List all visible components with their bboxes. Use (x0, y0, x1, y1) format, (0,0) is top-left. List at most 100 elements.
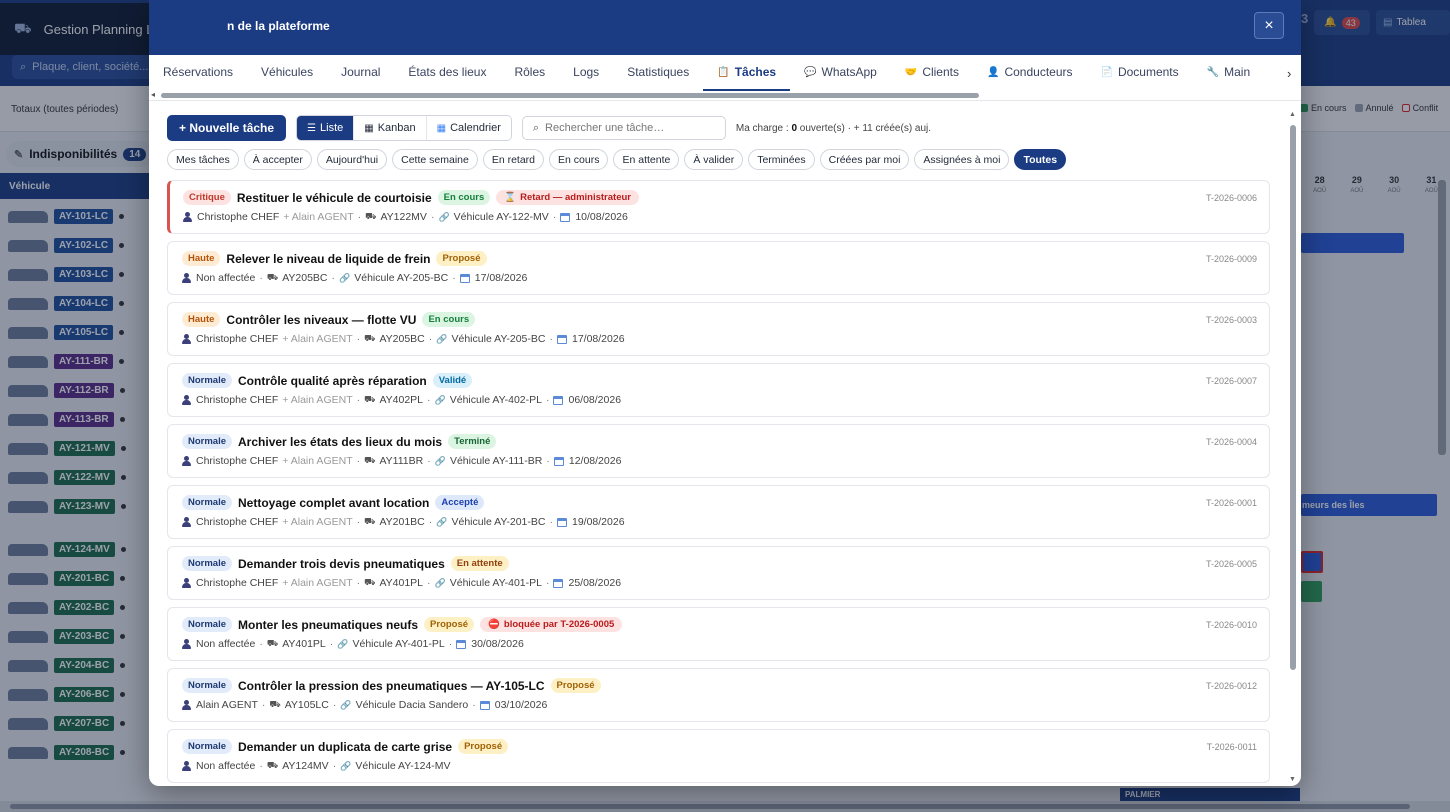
separator: · (356, 333, 361, 345)
task-title[interactable]: Restituer le véhicule de courtoisie (237, 191, 432, 205)
filter-chip[interactable]: En attente (613, 149, 680, 170)
task-list: Critique Restituer le véhicule de courtoi… (167, 180, 1270, 786)
person-icon (182, 334, 191, 344)
tabs-scrollbar[interactable]: ◂ (149, 90, 1289, 100)
new-task-button[interactable]: + Nouvelle tâche (167, 115, 287, 141)
task-linked-object: Véhicule AY-111-BR (449, 455, 543, 467)
link-icon: 🔗 (337, 638, 349, 649)
separator: · (329, 638, 334, 650)
task-card[interactable]: Normale Nettoyage complet avant location A… (167, 485, 1270, 539)
task-title[interactable]: Relever le niveau de liquide de frein (226, 252, 430, 266)
tab-r-servations[interactable]: Réservations (149, 55, 247, 91)
tab-statistiques[interactable]: Statistiques (613, 55, 703, 91)
task-card[interactable]: Normale Demander trois devis pneumatiques… (167, 546, 1270, 600)
tab--tats-des-lieux[interactable]: États des lieux (394, 55, 500, 91)
calendar-icon (553, 395, 564, 405)
filter-chip[interactable]: À accepter (243, 149, 312, 170)
task-card[interactable]: Critique Restituer le véhicule de courtoi… (167, 180, 1270, 234)
chat-icon: 💬 (804, 66, 817, 78)
status-badge: En attente (450, 556, 509, 571)
filter-chip[interactable]: À valider (684, 149, 744, 170)
chevron-right-icon[interactable]: › (1287, 66, 1291, 81)
filter-chip[interactable]: Mes tâches (167, 149, 239, 170)
task-assignee: Non affectée (196, 272, 256, 284)
tab-clients[interactable]: 🤝 Clients (891, 55, 973, 91)
tasks-vertical-scrollbar[interactable]: ▲ ▼ (1289, 111, 1297, 786)
link-icon: 🔗 (436, 516, 448, 527)
tab-whatsapp[interactable]: 💬 WhatsApp (790, 55, 891, 91)
close-button[interactable]: × (1254, 12, 1284, 39)
person-icon (182, 578, 191, 588)
task-search-input[interactable]: ⌕ Rechercher une tâche… (521, 116, 726, 140)
filter-chip[interactable]: Terminées (748, 149, 815, 170)
task-meta-line: Non affectée · ⛟ AY401PL · 🔗 Véhicule AY-401-P… (182, 638, 524, 650)
task-title[interactable]: Contrôle qualité après réparation (238, 374, 427, 388)
filter-chip[interactable]: Créées par moi (819, 149, 910, 170)
task-card[interactable]: Normale Archiver les états des lieux du m… (167, 424, 1270, 478)
task-card[interactable]: Normale Demander un duplicata de carte gr… (167, 729, 1270, 783)
task-vehicle-code: AY122MV (380, 211, 427, 223)
separator: · (259, 760, 263, 772)
chevron-left-icon[interactable]: ◂ (151, 90, 155, 99)
tab-main[interactable]: 🔧 Main (1193, 55, 1264, 91)
priority-badge: Normale (182, 373, 233, 388)
view-calendar-label: Calendrier (450, 122, 501, 134)
truck-icon: ⛟ (364, 333, 376, 343)
filter-chip[interactable]: Toutes (1014, 149, 1067, 170)
separator: · (356, 394, 361, 406)
task-header-line: Normale Demander trois devis pneumatiques… (182, 556, 509, 571)
task-title[interactable]: Monter les pneumatiques neufs (238, 618, 418, 632)
task-card[interactable]: Normale Monter les pneumatiques neufs Prop… (167, 607, 1270, 661)
filter-chip[interactable]: Cette semaine (392, 149, 478, 170)
tab-r-les[interactable]: Rôles (500, 55, 559, 91)
task-card[interactable]: Haute Contrôler les niveaux — flotte VU En… (167, 302, 1270, 356)
separator: · (427, 577, 431, 589)
view-kanban-button[interactable]: ▦ Kanban (353, 116, 426, 140)
task-title[interactable]: Demander trois devis pneumatiques (238, 557, 445, 571)
task-vehicle-code: AY205BC (282, 272, 328, 284)
tab-logs[interactable]: Logs (559, 55, 613, 91)
task-title[interactable]: Archiver les états des lieux du mois (238, 435, 442, 449)
filter-chip[interactable]: En retard (482, 149, 545, 170)
task-header-line: Normale Monter les pneumatiques neufs Prop… (182, 617, 623, 632)
separator: · (357, 211, 362, 223)
filter-chip[interactable]: En cours (549, 149, 609, 170)
task-vehicle-code: AY401PL (379, 577, 424, 589)
person-icon (182, 761, 191, 771)
separator: · (259, 638, 263, 650)
scroll-down-icon[interactable]: ▼ (1289, 776, 1296, 783)
priority-badge: Normale (182, 617, 233, 632)
tab-label: Véhicules (261, 65, 314, 79)
task-meta-line: Christophe CHEF + Alain AGENT · ⛟ AY402PL · 🔗 V… (182, 394, 621, 406)
task-title[interactable]: Nettoyage complet avant location (238, 496, 429, 510)
tab-conducteurs[interactable]: 👤 Conducteurs (973, 55, 1087, 91)
task-meta-line: Christophe CHEF + Alain AGENT · ⛟ AY401PL · 🔗 V… (182, 577, 621, 589)
tasks-panel: + Nouvelle tâche ☰ Liste ▦ Kanban ▦ Cale… (149, 101, 1301, 786)
tab-journal[interactable]: Journal (327, 55, 394, 91)
filter-chip[interactable]: Aujourd'hui (316, 149, 388, 170)
filter-chip[interactable]: Assignées à moi (914, 149, 1010, 170)
truck-icon: ⛟ (269, 699, 281, 709)
task-card[interactable]: Normale Contrôle qualité après réparation… (167, 363, 1270, 417)
tabs-scrollbar-thumb[interactable] (161, 93, 979, 98)
task-vehicle-code: AY201BC (379, 516, 425, 528)
task-linked-object: Véhicule AY-205-BC (354, 272, 449, 284)
task-meta-line: Christophe CHEF + Alain AGENT · ⛟ AY111BR · 🔗 V… (182, 455, 621, 467)
view-calendar-button[interactable]: ▦ Calendrier (425, 116, 511, 140)
task-title[interactable]: Contrôler la pression des pneumatiques —… (238, 679, 545, 693)
task-title[interactable]: Demander un duplicata de carte grise (238, 740, 452, 754)
tab-t-ches[interactable]: 📋 Tâches (703, 55, 791, 91)
task-assignee: Christophe CHEF (196, 394, 279, 406)
view-list-button[interactable]: ☰ Liste (297, 116, 354, 140)
modal-header: n de la plateforme × (149, 0, 1301, 55)
tab-v-hicules[interactable]: Véhicules (247, 55, 327, 91)
tasks-scrollbar-thumb[interactable] (1290, 125, 1296, 670)
task-title[interactable]: Contrôler les niveaux — flotte VU (226, 313, 416, 327)
calendar-icon: ▦ (436, 122, 447, 134)
scroll-up-icon[interactable]: ▲ (1289, 111, 1296, 118)
person-icon (182, 395, 191, 405)
separator: · (430, 211, 435, 223)
task-card[interactable]: Haute Relever le niveau de liquide de fre… (167, 241, 1270, 295)
task-card[interactable]: Normale Contrôler la pression des pneumat… (167, 668, 1270, 722)
tab-documents[interactable]: 📄 Documents (1087, 55, 1193, 91)
